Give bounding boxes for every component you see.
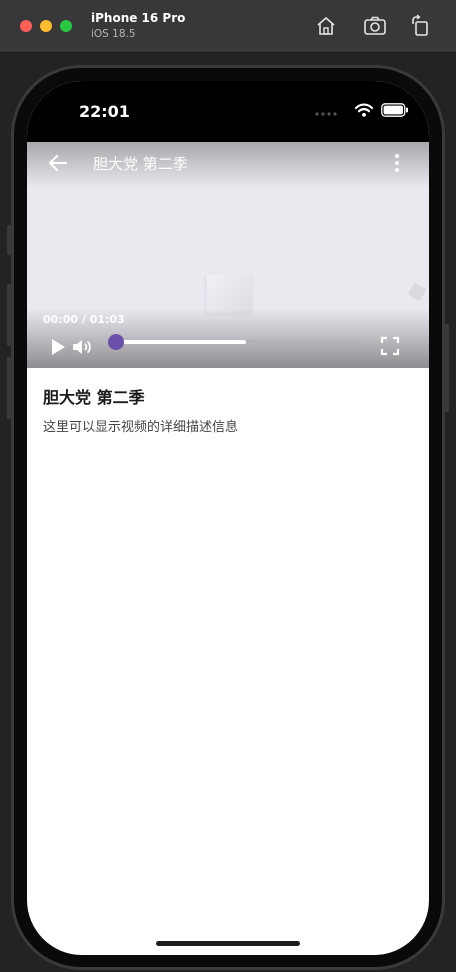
minimize-window-button[interactable] <box>40 20 52 32</box>
video-title: 胆大党 第二季 <box>93 155 188 173</box>
progress-thumb[interactable] <box>108 334 124 350</box>
status-bar: 22:01 <box>27 81 429 142</box>
content-title: 胆大党 第二季 <box>43 388 145 407</box>
volume-down-button <box>7 357 11 419</box>
content-description: 这里可以显示视频的详细描述信息 <box>43 420 239 435</box>
zoom-window-button[interactable] <box>60 20 72 32</box>
play-icon[interactable] <box>49 337 67 357</box>
screenshot-icon <box>364 16 386 35</box>
simulator-title-bar: iPhone 16 Pro iOS 18.5 <box>0 0 456 53</box>
rotate-icon <box>412 14 428 36</box>
signal-dots-icon <box>315 112 337 116</box>
power-button <box>445 324 449 412</box>
buffered-bar <box>111 340 246 344</box>
video-frame-object <box>407 282 427 302</box>
time-display: 00:00 / 01:03 <box>43 313 125 326</box>
screenshot-button[interactable] <box>363 14 387 38</box>
home-button[interactable] <box>314 14 338 38</box>
home-indicator[interactable] <box>156 941 300 946</box>
device-screen: 22:01 胆大党 第二季 00:00 / 01:03 胆大党 第二季 这里可以… <box>27 81 429 955</box>
wifi-icon <box>355 103 373 117</box>
volume-icon[interactable] <box>71 337 93 357</box>
back-arrow-icon[interactable] <box>47 152 69 174</box>
video-player[interactable]: 胆大党 第二季 00:00 / 01:03 <box>27 142 429 368</box>
close-window-button[interactable] <box>20 20 32 32</box>
fullscreen-icon[interactable] <box>380 336 400 356</box>
os-version: iOS 18.5 <box>91 28 136 40</box>
status-time: 22:01 <box>79 102 130 121</box>
progress-track[interactable] <box>111 340 361 344</box>
top-overlay <box>27 142 429 188</box>
more-vert-icon[interactable] <box>387 152 407 174</box>
action-button <box>7 225 11 255</box>
volume-up-button <box>7 284 11 346</box>
battery-icon <box>381 103 408 117</box>
device-name: iPhone 16 Pro <box>91 11 186 25</box>
home-icon <box>317 17 335 35</box>
rotate-button[interactable] <box>408 14 432 38</box>
